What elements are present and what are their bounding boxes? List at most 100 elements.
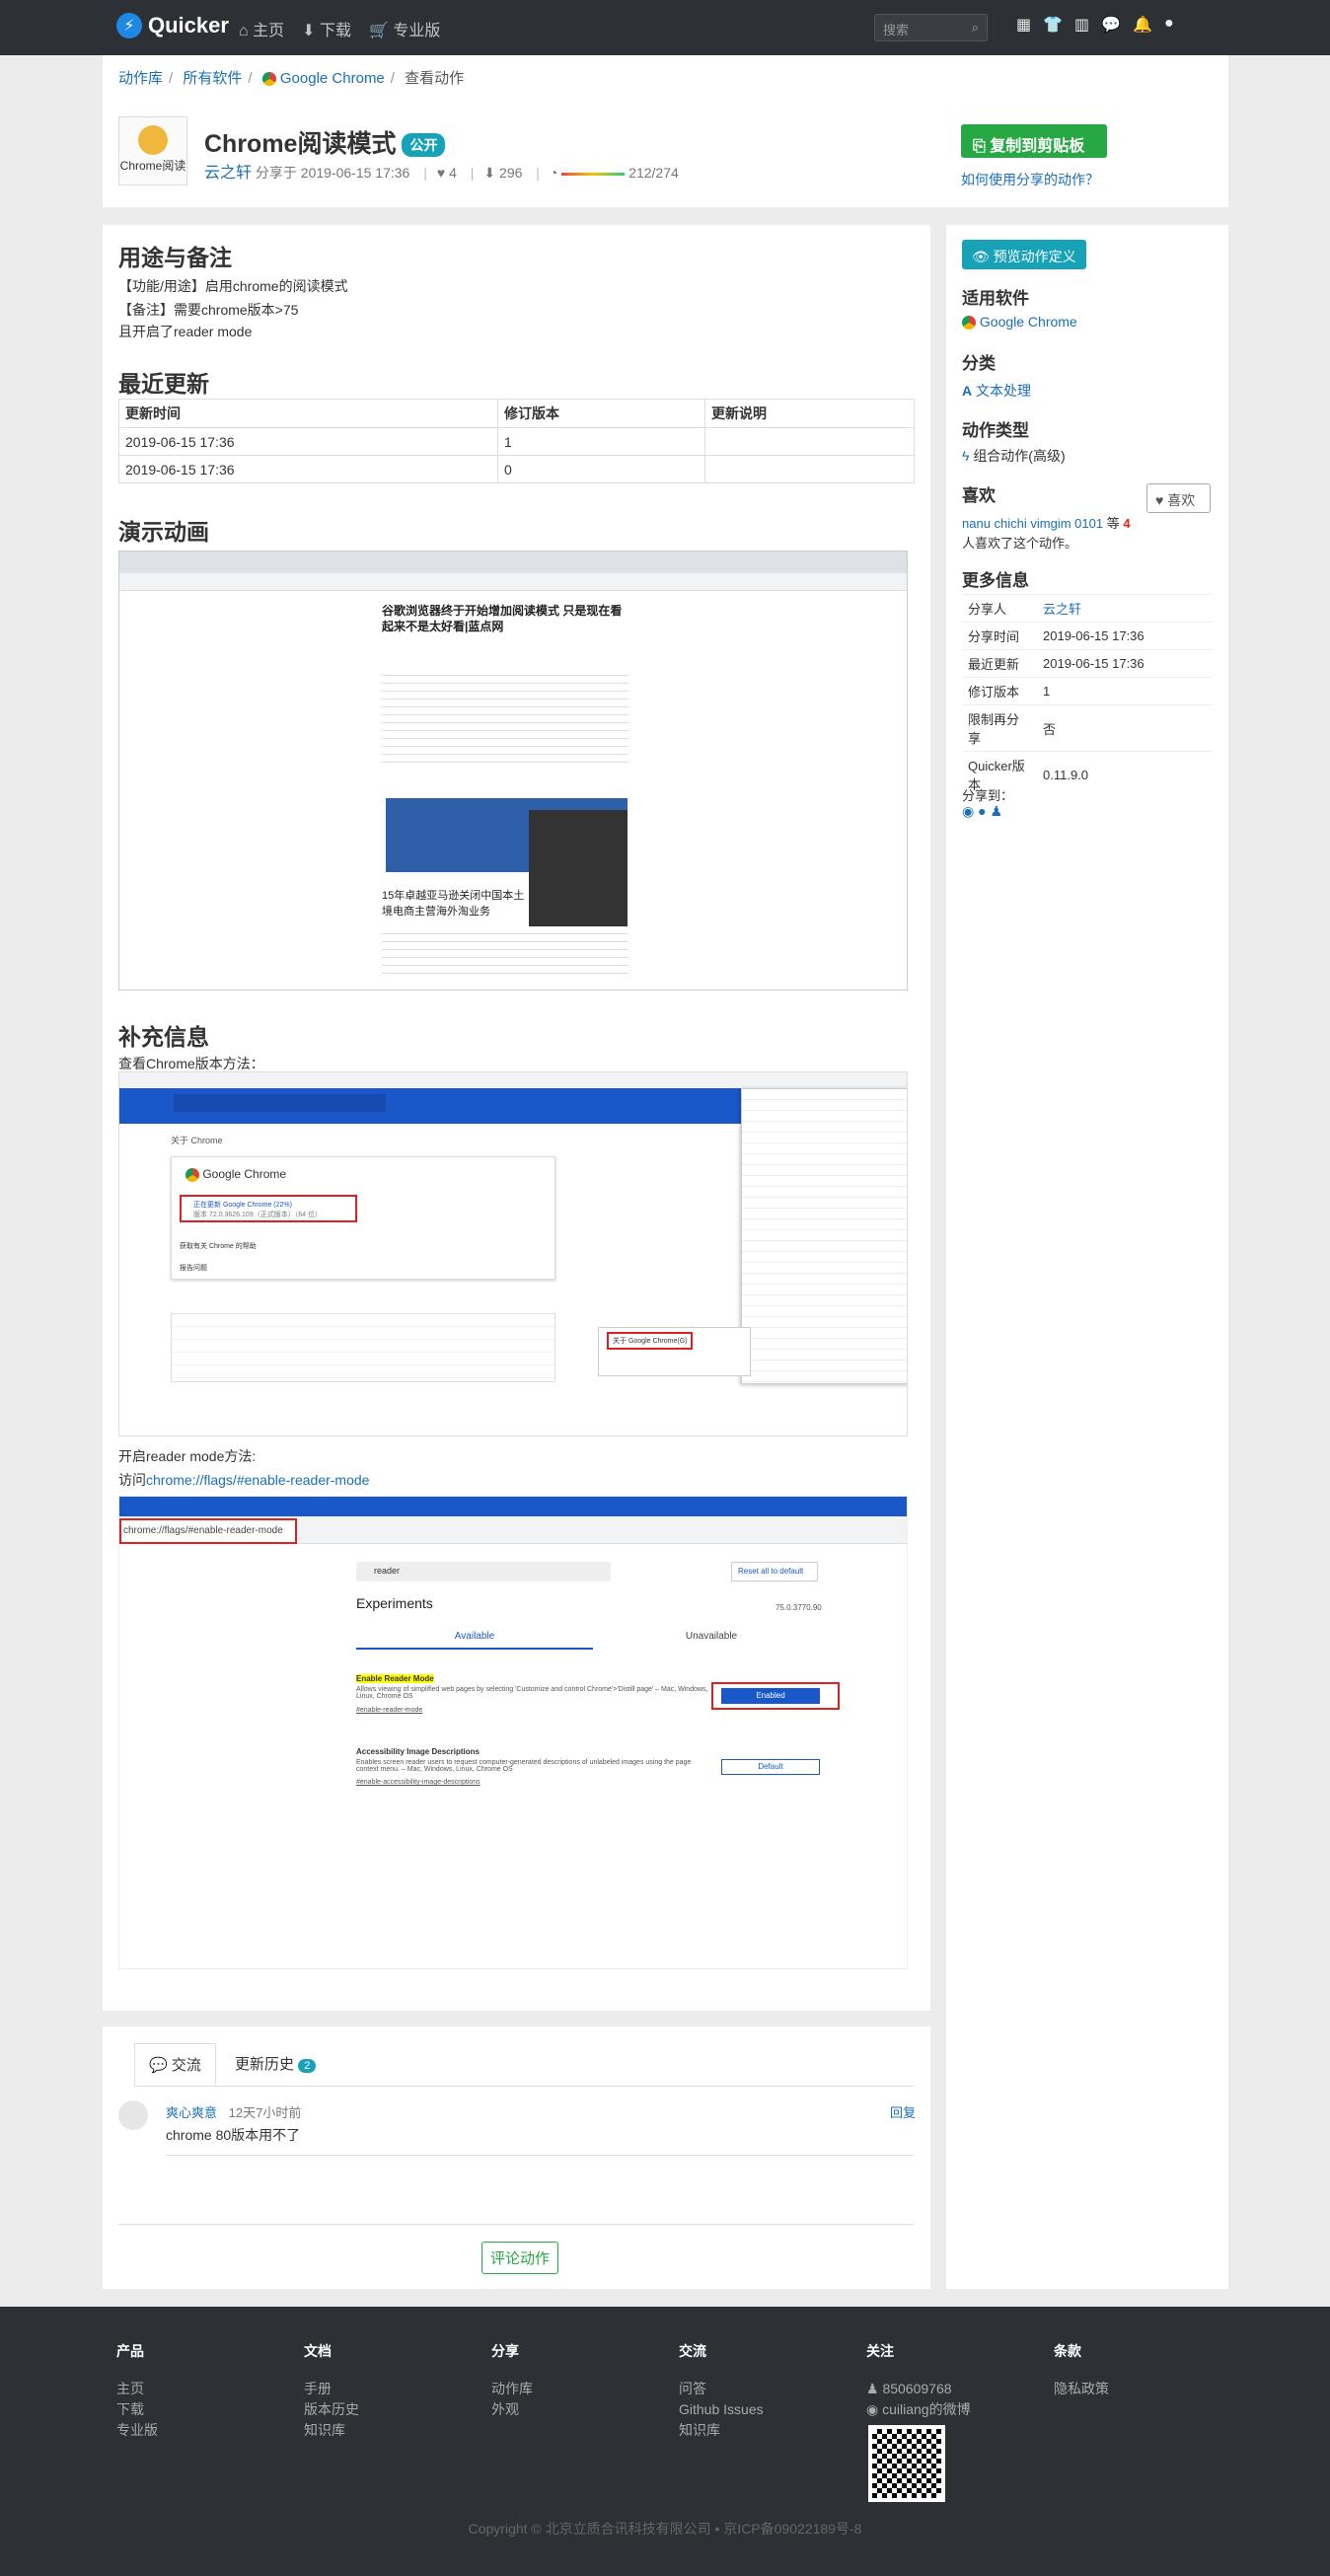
footer-col: 产品 主页 下载 专业版 (116, 2341, 158, 2441)
likers-links[interactable]: nanu chichi vimgim 0101 (962, 516, 1103, 531)
footer-link[interactable]: 知识库 (304, 2420, 359, 2441)
search-icon[interactable]: ⌕ (972, 20, 979, 36)
footer-link[interactable]: 手册 (304, 2379, 359, 2399)
copy-button-label: 复制到剪贴板 (990, 138, 1085, 155)
flag1-desc: Allows viewing of simplified web pages b… (356, 1686, 708, 1700)
copyright: Copyright © 北京立质合讯科技有限公司 • 京ICP备09022189… (468, 2521, 862, 2537)
info-key: 分享人 (962, 594, 1037, 623)
shirt-icon[interactable]: 👕 (1043, 15, 1063, 35)
software-link[interactable]: Google Chrome (962, 314, 1077, 331)
table-row: 最近更新 2019-06-15 17:36 (962, 649, 1213, 678)
chrome-name-text: Google Chrome (202, 1167, 287, 1181)
about-chrome-menuitem[interactable]: 关于 Google Chrome(G) (607, 1332, 694, 1350)
demo-heading: 演示动画 (118, 519, 209, 545)
flag2-select[interactable]: Default (721, 1759, 820, 1775)
top-navbar: ⚡ Quicker ⌂ 主页 ⬇ 下载 🛒 专业版 搜索 ⌕ ▦ 👕 ▥ 💬 🔔 … (0, 0, 1330, 55)
search-placeholder: 搜索 (883, 23, 910, 37)
comment-user[interactable]: 爽心爽意 (166, 2105, 217, 2120)
qq-icon[interactable]: ♟ (990, 803, 1002, 819)
crumb-current: 查看动作 (405, 70, 465, 87)
flags-version: 75.0.3770.90 (776, 1603, 822, 1612)
chrome-flags-screenshot: chrome://flags/#enable-reader-mode reade… (118, 1496, 908, 1969)
usage-line: 且开启了reader mode (118, 324, 253, 339)
copy-to-clipboard-button[interactable]: ⎘ 复制到剪贴板 (961, 124, 1107, 158)
weibo-name: cuiliang的微博 (882, 2401, 971, 2417)
chat-icon[interactable]: 💬 (1101, 15, 1121, 35)
search-input[interactable]: 搜索 ⌕ (874, 14, 988, 41)
tab-discussion[interactable]: 💬 交流 (134, 2043, 216, 2086)
nav-home-label: 主页 (253, 23, 285, 39)
info-val: 1 (1037, 677, 1213, 705)
table-row: 2019-06-15 17:36 1 (118, 427, 915, 456)
nav-home[interactable]: ⌂ 主页 (239, 17, 284, 40)
books-icon[interactable]: ▥ (1074, 15, 1089, 35)
report-link[interactable]: 报告问题 (180, 1263, 207, 1273)
reset-flags-button[interactable]: Reset all to default (731, 1562, 818, 1582)
cell-notes (704, 427, 915, 456)
footer-link[interactable]: 版本历史 (304, 2399, 359, 2420)
footer-link[interactable]: 专业版 (116, 2420, 158, 2441)
footer-link[interactable]: 外观 (491, 2399, 533, 2420)
nav-pro[interactable]: 🛒 专业版 (369, 17, 440, 40)
wechat-icon[interactable]: ● (978, 803, 986, 819)
action-icon-label: Chrome阅读 (119, 159, 186, 173)
tab-history[interactable]: 更新历史 2 (221, 2043, 330, 2084)
footer-link[interactable]: 知识库 (679, 2420, 764, 2441)
user-icon[interactable]: ● (1164, 15, 1174, 35)
qq-group[interactable]: ♟ 850609768 (866, 2379, 971, 2399)
footer-link[interactable]: 下载 (116, 2399, 158, 2420)
action-meta: 云之轩 分享于 2019-06-15 17:36 | ♥ 4 | ⬇ 296 | ◔ … (204, 165, 679, 182)
usage-line: 【功能/用途】启用chrome的阅读模式 (118, 278, 348, 294)
footer-link[interactable]: 主页 (116, 2379, 158, 2399)
downloads-count: 296 (499, 165, 523, 181)
preview-definition-button[interactable]: 👁 预览动作定义 (962, 240, 1086, 269)
bell-icon[interactable]: 🔔 (1133, 15, 1152, 35)
flag1-link[interactable]: #enable-reader-mode (356, 1707, 422, 1714)
footer-link[interactable]: 隐私政策 (1054, 2379, 1109, 2399)
likers-count: 4 (1123, 516, 1131, 531)
footer-col-title: 关注 (866, 2343, 894, 2359)
type-heading: 动作类型 (962, 421, 1029, 440)
pie-icon: ◔ (549, 165, 558, 181)
flags-link[interactable]: chrome://flags/#enable-reader-mode (146, 1472, 369, 1488)
nav-download[interactable]: ⬇ 下载 (302, 17, 351, 40)
info-key: 最近更新 (962, 649, 1037, 678)
footer-link[interactable]: Github Issues (679, 2399, 764, 2420)
like-button[interactable]: ♥ 喜欢 (1146, 483, 1211, 513)
chrome-version-screenshot: 关于 Chrome Google Chrome 正在更新 Google Chro… (118, 1071, 908, 1436)
flag1-select[interactable]: Enabled (721, 1688, 820, 1704)
page-title: Chrome阅读模式 公开 (204, 124, 446, 160)
table-row: 2019-06-15 17:36 0 (118, 455, 915, 483)
comment-button[interactable]: 评论动作 (481, 2242, 559, 2274)
software-name: Google Chrome (979, 314, 1077, 330)
crumb-software[interactable]: 所有软件 (183, 70, 242, 87)
how-to-link[interactable]: 如何使用分享的动作？ (961, 170, 1099, 189)
grid-icon[interactable]: ▦ (1016, 15, 1031, 35)
chrome-icon (962, 316, 976, 331)
help-link[interactable]: 获取有关 Chrome 的帮助 (180, 1241, 257, 1251)
quality-score: 212/274 (628, 165, 679, 181)
tab-unavailable[interactable]: Unavailable (593, 1625, 830, 1648)
chrome-icon (185, 1167, 199, 1182)
footer-link[interactable]: 问答 (679, 2379, 764, 2399)
brand-logo[interactable]: ⚡ Quicker (116, 13, 229, 38)
tab-available[interactable]: Available (356, 1625, 593, 1650)
weibo-icon[interactable]: ◉ (962, 803, 974, 819)
flags-search[interactable]: reader (356, 1562, 611, 1582)
info-table: 分享人 云之轩 分享时间 2019-06-15 17:36 最近更新 2019-06-… (962, 594, 1213, 797)
crumb-library[interactable]: 动作库 (118, 70, 163, 87)
help-submenu: 关于 Google Chrome(G) (598, 1327, 751, 1376)
flags-address[interactable]: chrome://flags/#enable-reader-mode (119, 1518, 297, 1544)
history-count-badge: 2 (298, 2059, 317, 2073)
category-link[interactable]: A 文本处理 (962, 381, 1031, 401)
crumb-chrome[interactable]: Google Chrome (280, 70, 385, 87)
sharer-link[interactable]: 云之轩 (1043, 602, 1081, 617)
footer-link[interactable]: 动作库 (491, 2379, 533, 2399)
updating-text: 正在更新 Google Chrome (22%) (193, 1202, 292, 1209)
weibo-link[interactable]: ◉ cuiliang的微博 (866, 2399, 971, 2420)
info-val[interactable]: 云之轩 (1037, 594, 1213, 623)
comments-panel: 💬 交流 更新历史 2 爽心爽意 12天7小时前 回复 chrome 80版本用… (103, 2026, 930, 2289)
author-link[interactable]: 云之轩 (204, 165, 252, 182)
flag2-link[interactable]: #enable-accessibility-image-descriptions (356, 1779, 480, 1786)
reply-link[interactable]: 回复 (890, 2102, 916, 2121)
